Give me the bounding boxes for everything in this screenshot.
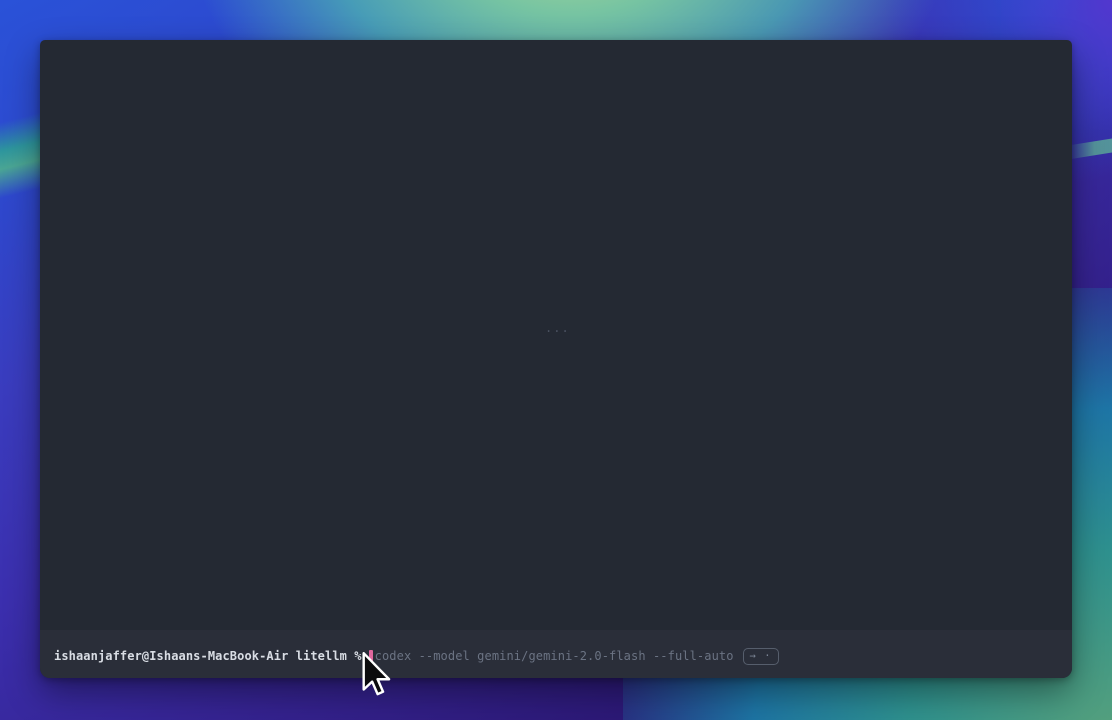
terminal-loading-ellipsis: ... [545,321,570,335]
accept-suggestion-hint-badge: → · [743,648,779,665]
terminal-window[interactable]: ... ishaanjaffer@Ishaans-MacBook-Air lit… [40,40,1072,678]
shell-prompt-text: ishaanjaffer@Ishaans-MacBook-Air litellm… [54,648,362,665]
mouse-cursor-icon [361,652,393,698]
wallpaper-teal-right-band [1068,139,1112,160]
terminal-prompt-line[interactable]: ishaanjaffer@Ishaans-MacBook-Air litellm… [54,648,779,665]
command-autosuggestion-text: codex --model gemini/gemini-2.0-flash --… [375,648,734,665]
